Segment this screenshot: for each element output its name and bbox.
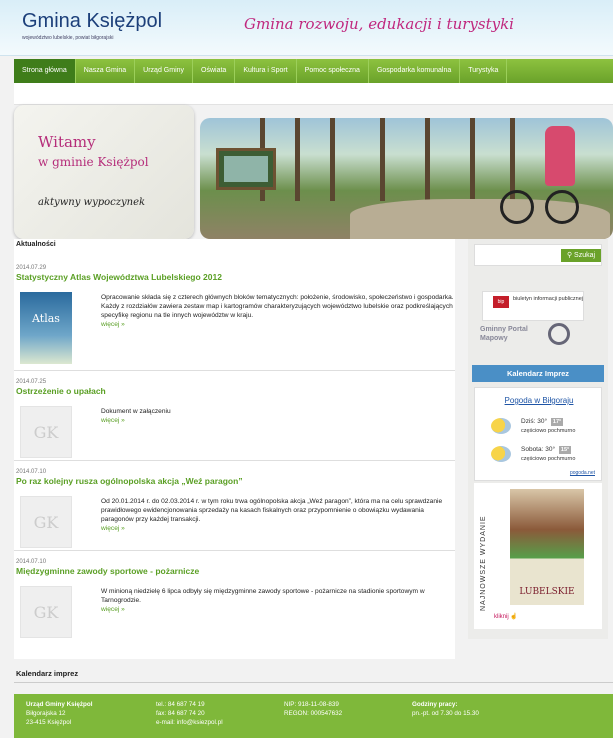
pointer-hand-icon: ☝ xyxy=(510,614,518,620)
footer-hours-value: pn.-pt. od 7.30 do 15.30 xyxy=(412,710,479,717)
site-footer: Urząd Gminy Księżpol Biłgorajska 12 23-4… xyxy=(14,694,613,738)
footer-regon: REGON: 000547632 xyxy=(284,710,343,717)
welcome-line1: Witamy xyxy=(38,133,96,151)
search-icon: ⚲ xyxy=(566,252,573,259)
nav-submenu-strip xyxy=(14,83,613,105)
footer-address: Urząd Gminy Księżpol Biłgorajska 12 23-4… xyxy=(26,700,92,727)
weather-sat-desc: częściowo pochmurno xyxy=(521,456,576,462)
footer-email[interactable]: e-mail: info@ksiezpol.pl xyxy=(156,719,223,726)
news-item: 2014.07.25 Ostrzeżenie o upałach GK Doku… xyxy=(14,379,455,458)
welcome-tagline: aktywny wypoczynek xyxy=(38,197,146,208)
news-thumbnail[interactable]: GK xyxy=(20,406,72,458)
news-divider xyxy=(14,550,455,551)
footer-contact: tel.: 84 687 74 19 fax: 84 687 74 20 e-m… xyxy=(156,700,223,727)
magazine-title: LUBELSKIE xyxy=(519,587,575,597)
main-nav: Strona główna Nasza Gmina Urząd Gminy Oś… xyxy=(14,59,613,83)
news-more-link[interactable]: więcej » xyxy=(101,320,456,329)
news-date: 2014.07.10 xyxy=(16,559,47,565)
search-button[interactable]: ⚲ Szukaj xyxy=(561,249,601,262)
welcome-line2: w gminie Księżpol xyxy=(38,155,149,169)
calendar-events-button[interactable]: Kalendarz Imprez xyxy=(472,365,604,382)
sidebar: ⚲ Szukaj bip biuletyn informacji publicz… xyxy=(468,239,608,639)
footer-office-name: Urząd Gminy Księżpol xyxy=(26,701,93,708)
nav-item-our-gmina[interactable]: Nasza Gmina xyxy=(76,59,136,83)
news-divider xyxy=(14,460,455,461)
news-body: Od 20.01.2014 r. do 02.03.2014 r. w tym … xyxy=(101,498,443,523)
weather-title-link[interactable]: Pogoda w Biłgoraju xyxy=(475,396,603,405)
news-thumbnail[interactable]: Atlas xyxy=(20,292,72,364)
site-title[interactable]: Gmina Księżpol xyxy=(22,10,162,33)
footer-hours: Godziny pracy: pn.-pt. od 7.30 do 15.30 xyxy=(412,700,479,718)
news-body: Opracowanie składa się z czterech główny… xyxy=(101,294,454,319)
site-header: Gmina Księżpol województwo lubelskie, po… xyxy=(0,0,613,56)
nav-item-home[interactable]: Strona główna xyxy=(14,59,76,83)
news-title[interactable]: Po raz kolejny rusza ogólnopolska akcja … xyxy=(14,476,455,486)
weather-today-badge: 17° xyxy=(550,418,564,426)
news-title[interactable]: Międzygminne zawody sportowe - pożarnicz… xyxy=(14,566,455,576)
news-thumbnail[interactable]: GK xyxy=(20,496,72,548)
weather-today-temp: 30° xyxy=(537,418,548,425)
weather-source-link[interactable]: pogoda.net xyxy=(570,470,595,476)
news-item: 2014.07.10 Po raz kolejny rusza ogólnopo… xyxy=(14,469,455,548)
news-date: 2014.07.10 xyxy=(16,469,47,475)
promo-click-label[interactable]: kliknij ☝ xyxy=(494,613,518,620)
promo-vertical-text: NAJNOWSZE WYDANIE xyxy=(480,515,487,611)
bip-banner[interactable]: bip biuletyn informacji publicznej xyxy=(482,291,584,321)
nav-item-municipal[interactable]: Gospodarka komunalna xyxy=(369,59,461,83)
weather-sat-label: Sobota: xyxy=(521,446,544,453)
news-thumbnail[interactable]: GK xyxy=(20,586,72,638)
partly-cloudy-icon xyxy=(491,418,511,434)
footer-nip: NIP: 918-11-08-839 xyxy=(284,701,339,708)
nav-item-office[interactable]: Urząd Gminy xyxy=(135,59,194,83)
site-subtitle: województwo lubelskie, powiat biłgorajsk… xyxy=(22,35,114,41)
page: Gmina Księżpol województwo lubelskie, po… xyxy=(0,0,613,738)
weather-sat-temp: 30° xyxy=(545,446,556,453)
site-slogan: Gmina rozwoju, edukacji i turystyki xyxy=(244,15,514,33)
weather-today-label: Dziś: xyxy=(521,418,536,425)
nav-item-culture-sport[interactable]: Kultura i Sport xyxy=(235,59,297,83)
magazine-cover[interactable]: LUBELSKIE xyxy=(510,489,584,605)
news-body: W minioną niedzielę 6 lipca odbyły się m… xyxy=(101,588,425,604)
news-date: 2014.07.29 xyxy=(16,265,47,271)
weather-today: Dziś: 30° 17° xyxy=(521,418,564,426)
calendar-section-title: Kalendarz imprez xyxy=(16,669,79,678)
nav-item-tourism[interactable]: Turystyka xyxy=(460,59,508,83)
news-item: 2014.07.10 Międzygminne zawody sportowe … xyxy=(14,559,455,638)
calendar-divider xyxy=(14,682,613,683)
weather-today-desc: częściowo pochmurno xyxy=(521,428,576,434)
footer-city: 23-415 Księżpol xyxy=(26,719,72,726)
map-portal-link[interactable]: Gminny Portal Mapowy xyxy=(480,325,540,353)
footer-fax: fax: 84 687 74 20 xyxy=(156,710,205,717)
footer-hours-title: Godziny pracy: xyxy=(412,701,458,708)
weather-widget: Pogoda w Biłgoraju Dziś: 30° 17° częścio… xyxy=(474,387,602,481)
news-body: Dokument w załączeniu xyxy=(101,408,171,415)
bip-text: biuletyn informacji publicznej xyxy=(513,296,584,302)
magazine-promo[interactable]: NAJNOWSZE WYDANIE LUBELSKIE kliknij ☝ xyxy=(474,483,602,629)
news-title[interactable]: Statystyczny Atlas Województwa Lubelskie… xyxy=(14,272,455,282)
news-item: 2014.07.29 Statystyczny Atlas Województw… xyxy=(14,265,455,364)
magnifier-icon xyxy=(548,323,570,345)
news-divider xyxy=(14,370,455,371)
weather-saturday: Sobota: 30° 15° xyxy=(521,446,572,454)
nav-item-social-help[interactable]: Pomoc społeczna xyxy=(297,59,369,83)
nav-item-education[interactable]: Oświata xyxy=(193,59,236,83)
footer-ids: NIP: 918-11-08-839 REGON: 000547632 xyxy=(284,700,342,718)
footer-tel: tel.: 84 687 74 19 xyxy=(156,701,205,708)
news-more-link[interactable]: więcej » xyxy=(101,416,456,425)
news-section-title: Aktualności xyxy=(16,241,56,248)
welcome-panel: Witamy w gminie Księżpol aktywny wypoczy… xyxy=(14,105,194,239)
news-section: Aktualności 2014.07.29 Statystyczny Atla… xyxy=(14,239,455,659)
partly-cloudy-icon xyxy=(491,446,511,462)
weather-sat-badge: 15° xyxy=(558,446,572,454)
search-button-label: Szukaj xyxy=(574,252,596,259)
news-title[interactable]: Ostrzeżenie o upałach xyxy=(14,386,455,396)
news-more-link[interactable]: więcej » xyxy=(101,524,456,533)
bip-logo-icon: bip xyxy=(493,296,509,308)
news-date: 2014.07.25 xyxy=(16,379,47,385)
news-more-link[interactable]: więcej » xyxy=(101,605,456,614)
footer-street: Biłgorajska 12 xyxy=(26,710,66,717)
banner-photo xyxy=(200,118,613,239)
